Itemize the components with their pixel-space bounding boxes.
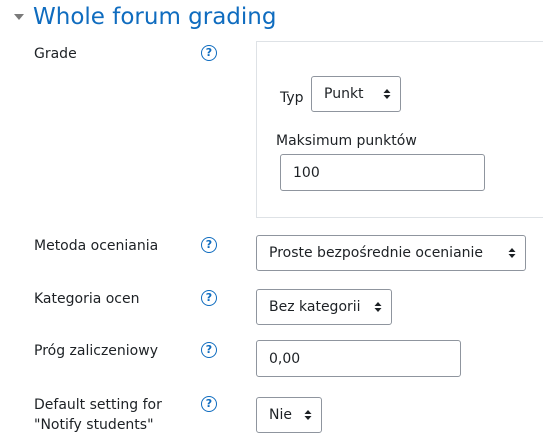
grade-category-value: Bez kategorii (269, 299, 361, 315)
notify-students-label-line2: "Notify students" (34, 417, 154, 433)
section-title[interactable]: Whole forum grading (33, 2, 276, 32)
notify-students-value: Nie (269, 407, 292, 423)
grading-method-value: Proste bezpośrednie ocenianie (269, 245, 484, 261)
max-points-label: Maksimum punktów (276, 133, 417, 149)
notify-students-select[interactable]: Nie (256, 397, 322, 433)
select-arrows-icon (304, 410, 312, 420)
select-arrows-icon (508, 248, 516, 258)
max-points-value: 100 (293, 164, 320, 181)
max-points-input[interactable]: 100 (280, 154, 485, 191)
notify-students-label-line1: Default setting for (34, 397, 162, 413)
grade-fieldset (256, 41, 543, 218)
grade-label: Grade (34, 46, 77, 62)
collapse-toggle-icon[interactable] (14, 14, 24, 20)
help-icon-grading-method[interactable]: ? (201, 237, 217, 253)
grade-type-value: Punkt (324, 86, 364, 102)
help-icon-grade-category[interactable]: ? (201, 290, 217, 306)
help-icon-grade-to-pass[interactable]: ? (201, 342, 217, 358)
grade-category-label: Kategoria ocen (34, 291, 140, 307)
grading-method-label: Metoda oceniania (34, 238, 159, 254)
help-icon-grade[interactable]: ? (201, 45, 217, 61)
help-icon-notify-students[interactable]: ? (201, 396, 217, 412)
grade-to-pass-value: 0,00 (269, 350, 301, 367)
select-arrows-icon (374, 302, 382, 312)
grade-type-select[interactable]: Punkt (311, 76, 401, 112)
grade-category-select[interactable]: Bez kategorii (256, 289, 392, 325)
select-arrows-icon (383, 89, 391, 99)
grade-type-label: Typ (280, 90, 304, 106)
grade-to-pass-label: Próg zaliczeniowy (34, 343, 158, 359)
grading-method-select[interactable]: Proste bezpośrednie ocenianie (256, 235, 526, 271)
grade-to-pass-input[interactable]: 0,00 (256, 340, 461, 377)
